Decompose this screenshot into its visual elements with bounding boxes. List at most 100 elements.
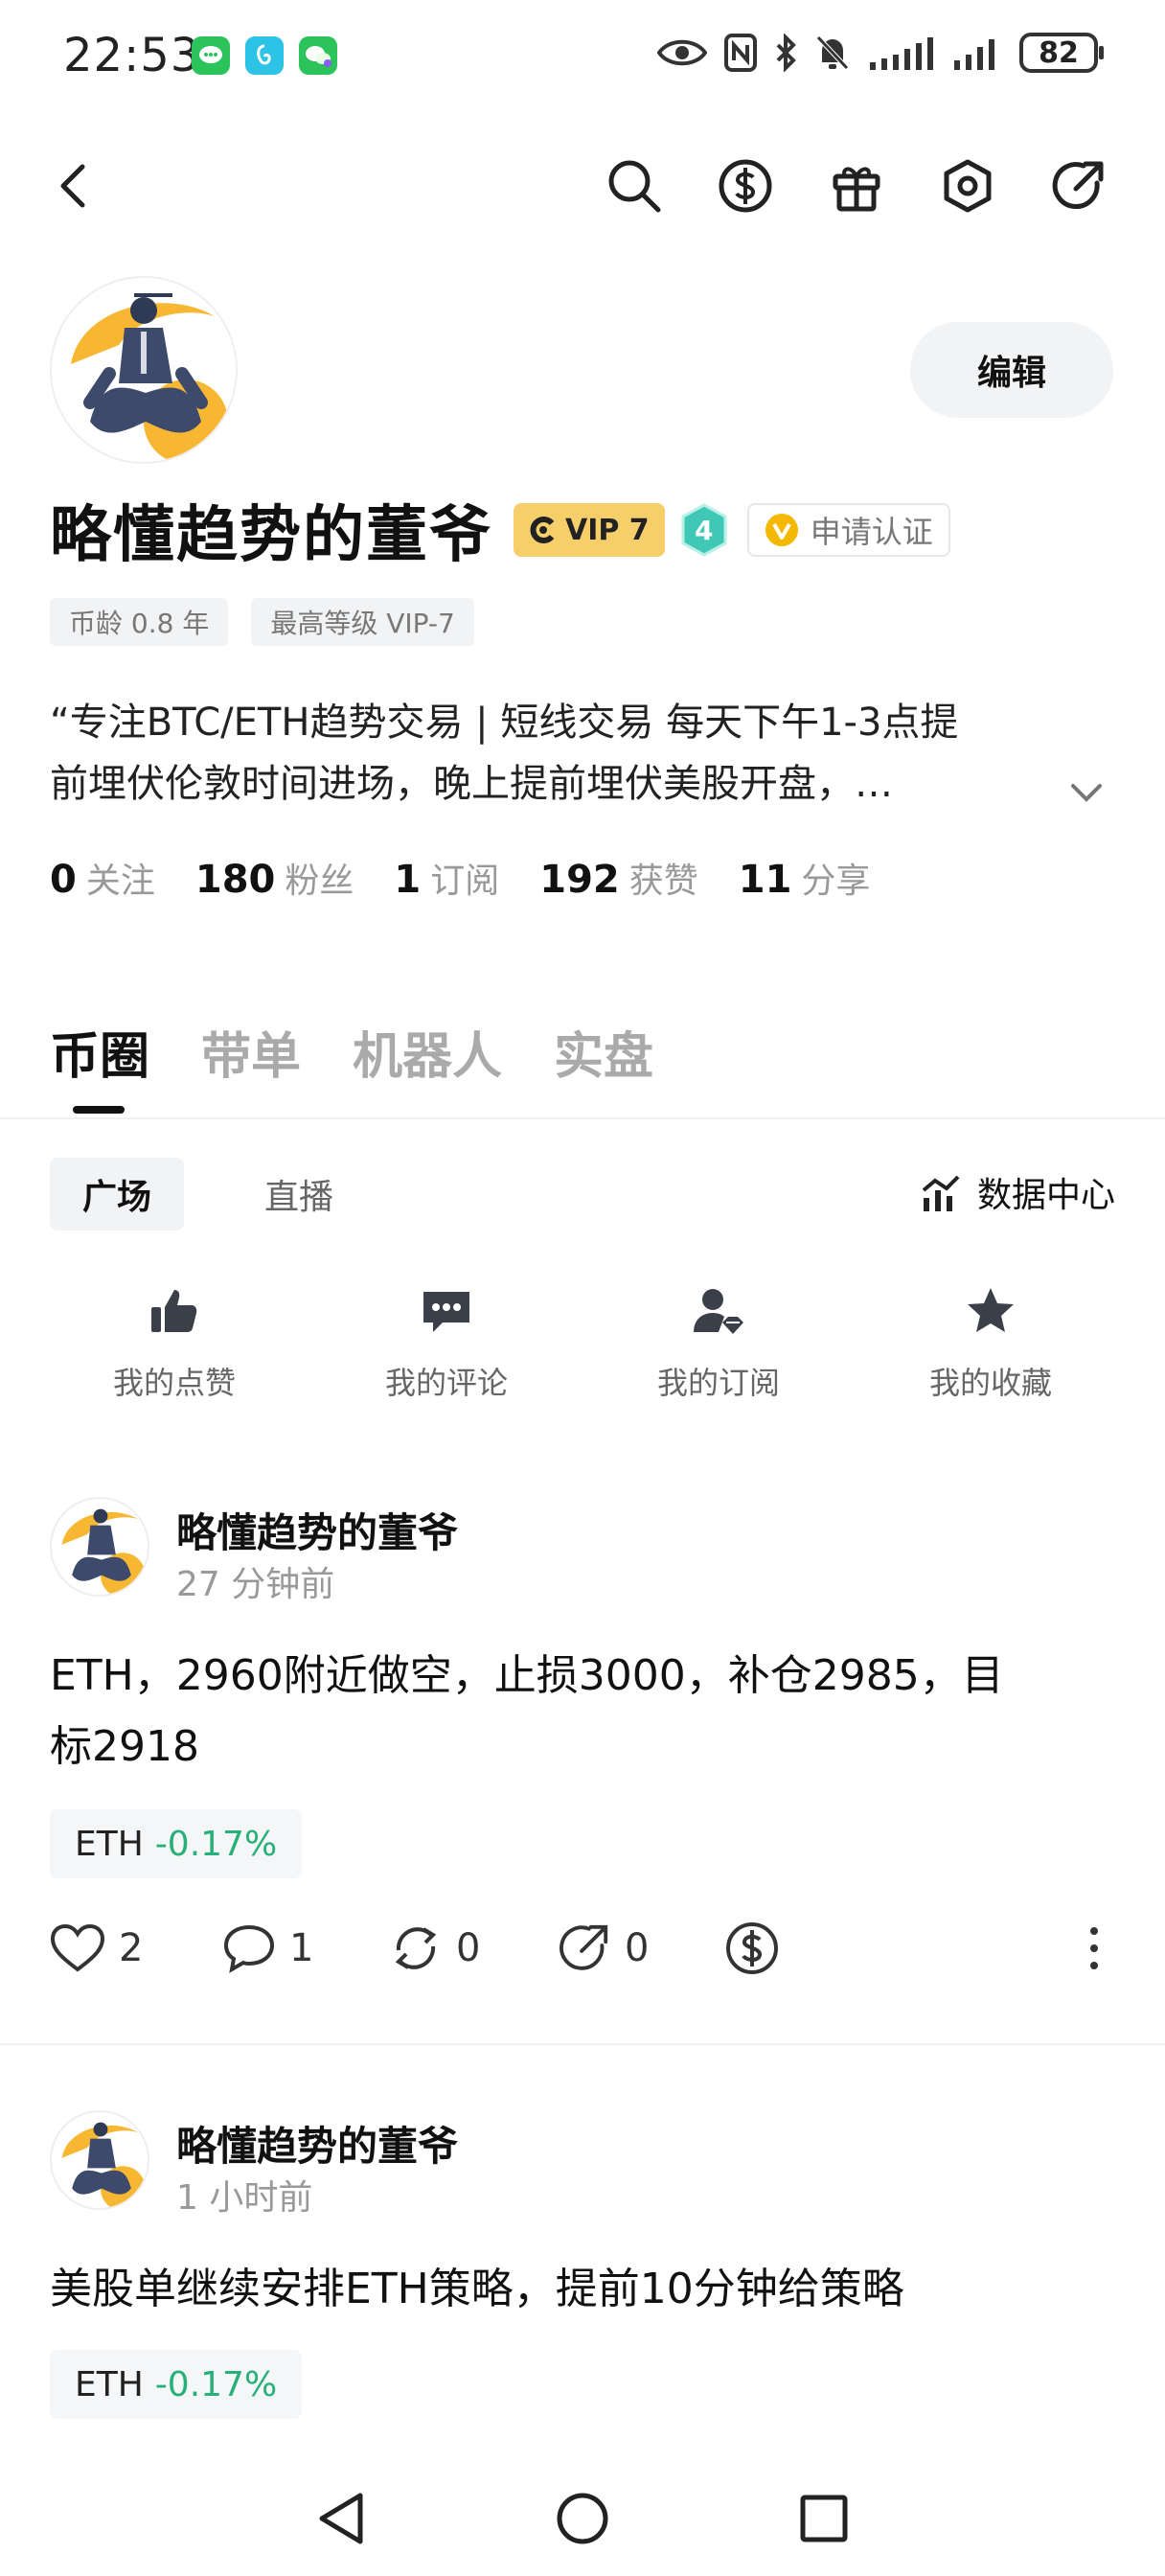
eye-icon (657, 39, 707, 66)
ticker-change: -0.17% (154, 1824, 278, 1864)
stat-subscriptions[interactable]: 1 订阅 (394, 853, 499, 903)
account-age-tag: 币龄 0.8 年 (50, 598, 229, 646)
subscription-icon (694, 1289, 743, 1334)
ticker-symbol: ETH (75, 1824, 144, 1864)
back-button[interactable] (42, 155, 103, 217)
nav-back-button[interactable] (305, 2482, 377, 2555)
share-count: 0 (625, 1926, 650, 1970)
chat-app-icon (299, 36, 337, 75)
vip-logo-icon (530, 517, 555, 543)
my-comments-shortcut[interactable]: 我的评论 (310, 1284, 582, 1403)
system-nav-bar (0, 2463, 1165, 2576)
author-avatar[interactable] (50, 2110, 149, 2210)
expand-bio-icon[interactable] (1065, 772, 1108, 815)
ticker-change: -0.17% (154, 2364, 278, 2404)
settings-button[interactable] (937, 155, 998, 217)
verified-icon (765, 514, 798, 546)
like-button[interactable]: 2 (50, 1915, 143, 1982)
gift-button[interactable] (826, 155, 887, 217)
author-avatar[interactable] (50, 1497, 149, 1597)
author-name[interactable]: 略懂趋势的董爷 (176, 1501, 458, 1559)
level-number: 4 (694, 514, 714, 546)
data-center-button[interactable]: 数据中心 (920, 1167, 1115, 1217)
edit-profile-button[interactable]: 编辑 (910, 322, 1113, 418)
bluetooth-icon (776, 34, 796, 72)
comment-bubble-icon (223, 1924, 275, 1973)
profile-stats: 0 关注 180 粉丝 1 订阅 192 获赞 11 分享 (50, 853, 870, 903)
stat-followers[interactable]: 180 粉丝 (195, 853, 354, 903)
triangle-back-icon (319, 2493, 363, 2544)
tab-live-trading[interactable]: 实盘 (554, 1016, 653, 1112)
my-subscriptions-shortcut[interactable]: 我的订阅 (582, 1284, 855, 1403)
max-level-tag: 最高等级 VIP-7 (251, 598, 474, 646)
post-content[interactable]: 美股单继续安排ETH策略，提前10分钟给策略 (50, 2254, 1115, 2325)
comment-button[interactable]: 1 (222, 1915, 313, 1982)
post-actions: 2 1 0 0 (50, 1915, 1115, 1982)
profile-bio[interactable]: “专注BTC/ETH趋势交易 | 短线交易 每天下午1-3点提 前埋伏伦敦时间进… (50, 692, 1065, 815)
signal-icon (870, 37, 933, 70)
share-post-button[interactable]: 0 (558, 1915, 649, 1982)
status-system-icons: 82 (657, 33, 1104, 73)
post-time: 27 分钟前 (176, 1565, 335, 1604)
search-icon (608, 160, 661, 213)
profile-tags: 币龄 0.8 年 最高等级 VIP-7 (50, 598, 474, 646)
tab-bots[interactable]: 机器人 (353, 1016, 502, 1112)
my-favorites-shortcut[interactable]: 我的收藏 (855, 1284, 1127, 1403)
star-icon (968, 1288, 1014, 1332)
post-line: 美股单继续安排ETH策略，提前10分钟给策略 (50, 2265, 904, 2313)
post-card[interactable]: 略懂趋势的董爷 1 小时前 美股单继续安排ETH策略，提前10分钟给策略 ETH… (50, 2110, 1115, 2426)
level-badge[interactable]: 4 (680, 503, 728, 557)
tab-coin-circle[interactable]: 币圈 (50, 1016, 149, 1114)
verify-label: 申请认证 (810, 514, 933, 550)
heart-icon (50, 1923, 105, 1972)
post-time: 1 小时前 (176, 2178, 313, 2218)
profile-avatar[interactable] (50, 276, 238, 464)
subtab-live[interactable]: 直播 (232, 1158, 366, 1230)
vip-badge[interactable]: VIP 7 (514, 503, 665, 557)
main-tabs: 币圈 带单 机器人 实盘 (50, 1016, 653, 1114)
top-nav (0, 144, 1165, 230)
repost-button[interactable]: 0 (389, 1915, 480, 1982)
tip-button[interactable] (724, 1915, 780, 1982)
post-content[interactable]: ETH，2960附近做空，止损3000，补仓2985，目 标2918 (50, 1641, 1115, 1782)
status-bar: 22:53 82 (0, 0, 1165, 115)
gift-icon (833, 167, 880, 212)
shortcuts: 我的点赞 我的评论 我的订阅 我的收藏 (38, 1284, 1127, 1403)
app-icon (245, 36, 284, 75)
subtab-square[interactable]: 广场 (50, 1158, 185, 1230)
my-likes-shortcut[interactable]: 我的点赞 (38, 1284, 310, 1403)
like-count: 2 (119, 1926, 144, 1970)
post-card[interactable]: 略懂趋势的董爷 27 分钟前 ETH，2960附近做空，止损3000，补仓298… (50, 1497, 1115, 2014)
verify-button[interactable]: 申请认证 (746, 503, 950, 557)
stat-following[interactable]: 0 关注 (50, 853, 155, 903)
ticker-symbol: ETH (75, 2364, 144, 2404)
settings-icon (944, 159, 992, 213)
square-recents-icon (800, 2495, 848, 2542)
divider (0, 2043, 1165, 2045)
more-options-button[interactable] (1088, 1915, 1100, 1982)
nav-home-button[interactable] (546, 2482, 619, 2555)
signal-icon (954, 39, 994, 70)
ticker-chip[interactable]: ETH -0.17% (50, 2350, 303, 2419)
repost-icon (395, 1927, 437, 1969)
share-icon (560, 1924, 608, 1970)
bio-line: 前埋伏伦敦时间进场，晚上提前埋伏美股开盘，… (50, 762, 893, 806)
sub-tabs: 广场 直播 数据中心 (50, 1158, 1115, 1230)
battery-indicator: 82 (1019, 33, 1104, 73)
divider (0, 1117, 1165, 1119)
search-button[interactable] (604, 155, 665, 217)
comment-icon (423, 1292, 469, 1332)
post-line: ETH，2960附近做空，止损3000，补仓2985，目 (50, 1651, 1004, 1700)
mute-bell-icon (816, 35, 849, 70)
chat-app-icon (192, 36, 230, 75)
tab-copy-trading[interactable]: 带单 (201, 1016, 301, 1112)
author-name[interactable]: 略懂趋势的董爷 (176, 2114, 458, 2173)
share-button[interactable] (1048, 155, 1109, 217)
ticker-chip[interactable]: ETH -0.17% (50, 1809, 303, 1878)
nav-recents-button[interactable] (788, 2482, 860, 2555)
status-app-icons (192, 36, 337, 75)
stat-likes[interactable]: 192 获赞 (539, 853, 698, 903)
chart-icon (922, 1175, 960, 1211)
dollar-button[interactable] (715, 155, 776, 217)
stat-shares[interactable]: 11 分享 (739, 853, 871, 903)
